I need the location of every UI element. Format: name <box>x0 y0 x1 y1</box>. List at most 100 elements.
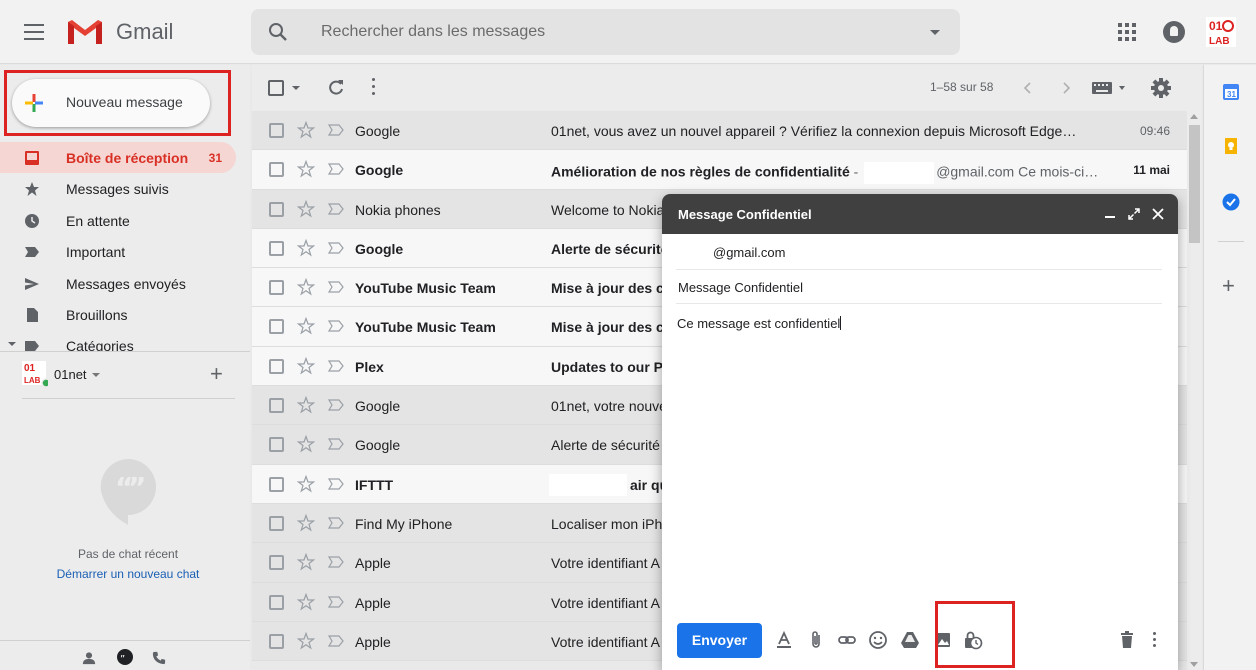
main-menu-icon[interactable] <box>24 24 44 40</box>
chevron-left-icon[interactable] <box>1020 80 1036 96</box>
apps-grid-icon[interactable] <box>1118 23 1136 41</box>
chevron-right-icon[interactable] <box>1058 80 1074 96</box>
gmail-logo[interactable]: Gmail <box>66 16 173 48</box>
attach-file-icon[interactable] <box>806 630 826 650</box>
phone-icon[interactable] <box>152 651 166 665</box>
search-options-chevron-icon[interactable] <box>930 30 940 35</box>
row-checkbox[interactable] <box>269 515 284 531</box>
row-checkbox[interactable] <box>269 594 284 610</box>
row-checkbox[interactable] <box>269 555 284 571</box>
sidebar-item-drafts[interactable]: Brouillons <box>0 299 236 330</box>
important-marker-icon[interactable] <box>328 438 344 450</box>
star-outline-icon[interactable] <box>297 553 315 571</box>
row-checkbox[interactable] <box>269 633 284 649</box>
row-checkbox[interactable] <box>269 476 284 492</box>
star-outline-icon[interactable] <box>297 474 315 493</box>
add-contact-icon[interactable]: + <box>210 361 223 387</box>
important-marker-icon[interactable] <box>328 163 344 175</box>
row-checkbox[interactable] <box>269 162 284 178</box>
calendar-icon[interactable]: 31 <box>1222 83 1240 101</box>
sidebar-item-inbox[interactable]: Boîte de réception 31 <box>0 142 236 174</box>
search-bar[interactable] <box>251 9 960 55</box>
star-outline-icon[interactable] <box>297 356 315 375</box>
insert-link-icon[interactable] <box>837 630 857 650</box>
email-row[interactable]: Google Amélioration de nos règles de con… <box>252 150 1187 190</box>
star-outline-icon[interactable] <box>297 238 315 257</box>
important-marker-icon[interactable] <box>328 242 344 254</box>
refresh-icon[interactable] <box>327 79 345 97</box>
google-drive-icon[interactable] <box>900 630 920 650</box>
sidebar-item-sent[interactable]: Messages envoyés <box>0 268 236 299</box>
more-options-icon[interactable] <box>372 78 376 96</box>
important-marker-icon[interactable] <box>328 478 344 490</box>
discard-draft-icon[interactable] <box>1120 631 1134 648</box>
hangouts-user[interactable]: 01 LAB 01net + <box>22 361 242 391</box>
list-scrollbar[interactable] <box>1187 111 1202 670</box>
important-marker-icon[interactable] <box>328 399 344 411</box>
row-checkbox[interactable] <box>269 437 284 453</box>
expand-caret-icon[interactable] <box>8 342 16 347</box>
star-outline-icon[interactable] <box>297 592 315 611</box>
star-outline-icon[interactable] <box>297 199 315 218</box>
compose-header[interactable]: Message Confidentiel <box>662 194 1178 234</box>
recipients-field[interactable]: @gmail.com <box>676 234 1162 270</box>
person-icon[interactable] <box>82 651 96 665</box>
star-outline-icon[interactable] <box>297 435 315 453</box>
row-checkbox[interactable] <box>269 201 284 217</box>
important-marker-icon[interactable] <box>328 556 344 568</box>
more-options-icon[interactable] <box>1153 632 1157 648</box>
row-checkbox[interactable] <box>269 240 284 256</box>
row-checkbox[interactable] <box>269 280 284 296</box>
star-outline-icon[interactable] <box>297 396 315 414</box>
important-marker-icon[interactable] <box>328 124 344 136</box>
star-outline-icon[interactable] <box>297 317 315 335</box>
select-all-checkbox[interactable] <box>268 80 284 96</box>
formatting-options-icon[interactable] <box>774 630 794 650</box>
scroll-down-arrow-icon[interactable] <box>1190 662 1198 667</box>
star-outline-icon[interactable] <box>297 121 315 139</box>
important-marker-icon[interactable] <box>328 635 344 647</box>
search-input[interactable] <box>321 17 881 47</box>
important-marker-icon[interactable] <box>328 202 344 215</box>
tasks-icon[interactable] <box>1222 193 1240 211</box>
scroll-thumb[interactable] <box>1189 125 1200 243</box>
fullscreen-icon[interactable] <box>1128 208 1140 220</box>
message-body[interactable]: Ce message est confidentiel <box>677 316 842 331</box>
hangouts-icon[interactable]: ” <box>116 649 134 667</box>
important-marker-icon[interactable] <box>328 360 344 372</box>
compose-button[interactable]: Nouveau message <box>12 79 210 127</box>
keyboard-icon[interactable] <box>1092 81 1128 95</box>
row-checkbox[interactable] <box>269 319 284 335</box>
sidebar-item-important[interactable]: Important <box>0 236 236 267</box>
row-checkbox[interactable] <box>269 358 284 374</box>
notifications-icon[interactable] <box>1163 21 1185 43</box>
important-marker-icon[interactable] <box>328 517 344 529</box>
sidebar-item-categories[interactable]: Catégories <box>0 330 236 352</box>
close-icon[interactable] <box>1151 207 1165 221</box>
confidential-mode-icon[interactable] <box>963 630 983 650</box>
select-options-chevron-icon[interactable] <box>292 86 300 90</box>
important-marker-icon[interactable] <box>328 281 344 293</box>
chevron-down-icon[interactable] <box>92 373 100 377</box>
settings-gear-icon[interactable] <box>1150 77 1172 99</box>
add-addon-icon[interactable]: + <box>1222 273 1235 299</box>
row-checkbox[interactable] <box>269 123 284 138</box>
scroll-up-arrow-icon[interactable] <box>1190 114 1198 119</box>
star-outline-icon[interactable] <box>297 631 315 650</box>
start-chat-link[interactable]: Démarrer un nouveau chat <box>0 567 256 581</box>
send-button[interactable]: Envoyer <box>677 623 762 658</box>
search-icon[interactable] <box>267 21 289 43</box>
insert-photo-icon[interactable] <box>933 630 953 650</box>
account-avatar[interactable]: 01 LAB <box>1206 17 1236 47</box>
important-marker-icon[interactable] <box>328 320 344 333</box>
keep-icon[interactable] <box>1222 137 1240 155</box>
star-outline-icon[interactable] <box>297 513 315 532</box>
emoji-icon[interactable] <box>868 630 888 650</box>
sidebar-item-snoozed[interactable]: En attente <box>0 205 236 236</box>
row-checkbox[interactable] <box>269 398 284 414</box>
email-row[interactable]: Google 01net, vous avez un nouvel appare… <box>252 111 1187 151</box>
star-outline-icon[interactable] <box>297 160 315 178</box>
minimize-icon[interactable] <box>1105 216 1115 218</box>
star-outline-icon[interactable] <box>297 278 315 296</box>
subject-field[interactable]: Message Confidentiel <box>676 270 1162 304</box>
